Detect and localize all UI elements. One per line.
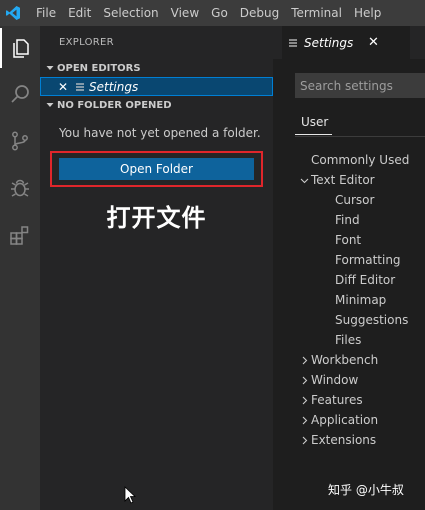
toc-item[interactable]: Workbench (302, 350, 379, 370)
chevron-right-icon (297, 356, 311, 365)
no-folder-label: NO FOLDER OPENED (57, 99, 172, 111)
toc-item-label: Commonly Used (311, 153, 410, 167)
mouse-cursor-icon (124, 486, 137, 508)
menu-selection[interactable]: Selection (97, 0, 164, 26)
active-tab-underline (295, 134, 332, 135)
source-control-icon[interactable] (0, 121, 40, 161)
title-bar: File Edit Selection View Go Debug Termin… (0, 0, 425, 26)
open-editors-header[interactable]: OPEN EDITORS (40, 59, 273, 77)
highlight-box: Open Folder (50, 151, 263, 187)
toc-item-label: Minimap (335, 293, 387, 307)
toc-item-label: Diff Editor (335, 273, 396, 287)
chevron-down-icon (43, 64, 57, 72)
settings-file-icon (75, 82, 85, 92)
watermark: 知乎 @小牛叔 (328, 483, 404, 497)
search-settings-input[interactable]: Search settings (295, 73, 425, 98)
editor-area: Settings ✕ Search settings User Commonly… (273, 26, 425, 510)
close-icon[interactable]: ✕ (368, 35, 379, 50)
chevron-right-icon (297, 436, 311, 445)
close-icon[interactable]: ✕ (58, 80, 72, 94)
toc-item-label: Formatting (335, 253, 401, 267)
menu-file[interactable]: File (30, 0, 62, 26)
menu-debug[interactable]: Debug (234, 0, 285, 26)
toc-item-label: Font (335, 233, 362, 247)
toc-item[interactable]: Font (335, 230, 361, 250)
activity-bar (0, 26, 40, 510)
tab-bar: Settings ✕ (273, 26, 425, 59)
open-folder-button[interactable]: Open Folder (59, 158, 254, 180)
toc-item-label: Features (311, 393, 363, 407)
toc-item-label: Extensions (311, 433, 377, 447)
toc-item[interactable]: Diff Editor (335, 270, 395, 290)
explorer-sidebar: EXPLORER OPEN EDITORS ✕ Settings NO FOLD… (40, 26, 273, 510)
toc-item[interactable]: Files (335, 330, 361, 350)
no-folder-header[interactable]: NO FOLDER OPENED (40, 96, 273, 114)
toc-item-label: Workbench (311, 353, 379, 367)
toc-item-label: Window (311, 373, 359, 387)
toc-item-label: Text Editor (311, 173, 375, 187)
open-editor-item-settings[interactable]: ✕ Settings (40, 77, 273, 96)
toc-item[interactable]: Window (302, 370, 359, 390)
menu-view[interactable]: View (165, 0, 205, 26)
tab-divider (295, 136, 425, 137)
toc-item[interactable]: Features (302, 390, 363, 410)
toc-item[interactable]: Find (335, 210, 360, 230)
search-icon[interactable] (0, 74, 40, 114)
menu-bar: File Edit Selection View Go Debug Termin… (26, 0, 387, 26)
debug-icon[interactable] (0, 168, 40, 208)
toc-item[interactable]: Cursor (335, 190, 374, 210)
sidebar-title: EXPLORER (59, 37, 114, 48)
settings-file-icon (288, 38, 298, 48)
toc-item-label: Suggestions (335, 313, 409, 327)
open-editor-label: Settings (89, 79, 139, 94)
toc-item-label: Application (311, 413, 379, 427)
chevron-right-icon (297, 416, 311, 425)
toc-item-label: Cursor (335, 193, 375, 207)
vscode-logo-icon (0, 0, 26, 26)
open-editors-label: OPEN EDITORS (57, 62, 141, 74)
menu-edit[interactable]: Edit (62, 0, 97, 26)
chevron-down-icon (297, 176, 311, 185)
chevron-right-icon (297, 376, 311, 385)
toc-item[interactable]: Application (302, 410, 379, 430)
toc-item[interactable]: Text Editor (300, 170, 375, 190)
extensions-icon[interactable] (0, 215, 40, 255)
chevron-right-icon (297, 396, 311, 405)
menu-help[interactable]: Help (348, 0, 387, 26)
no-folder-message: You have not yet opened a folder. (59, 126, 261, 140)
toc-item[interactable]: Minimap (335, 290, 386, 310)
tab-settings[interactable]: Settings ✕ (282, 26, 410, 59)
toc-item[interactable]: Commonly Used (311, 150, 409, 170)
toc-item[interactable]: Formatting (335, 250, 401, 270)
files-icon[interactable] (0, 28, 40, 68)
tab-label: Settings (304, 35, 354, 50)
toc-item[interactable]: Extensions (302, 430, 377, 450)
toc-item-label: Find (335, 213, 360, 227)
annotation-caption: 打开文件 (106, 204, 207, 232)
chevron-down-icon (43, 101, 57, 109)
tab-user-settings[interactable]: User (301, 115, 328, 129)
menu-terminal[interactable]: Terminal (285, 0, 348, 26)
menu-go[interactable]: Go (205, 0, 234, 26)
toc-item-label: Files (335, 333, 362, 347)
toc-item[interactable]: Suggestions (335, 310, 408, 330)
